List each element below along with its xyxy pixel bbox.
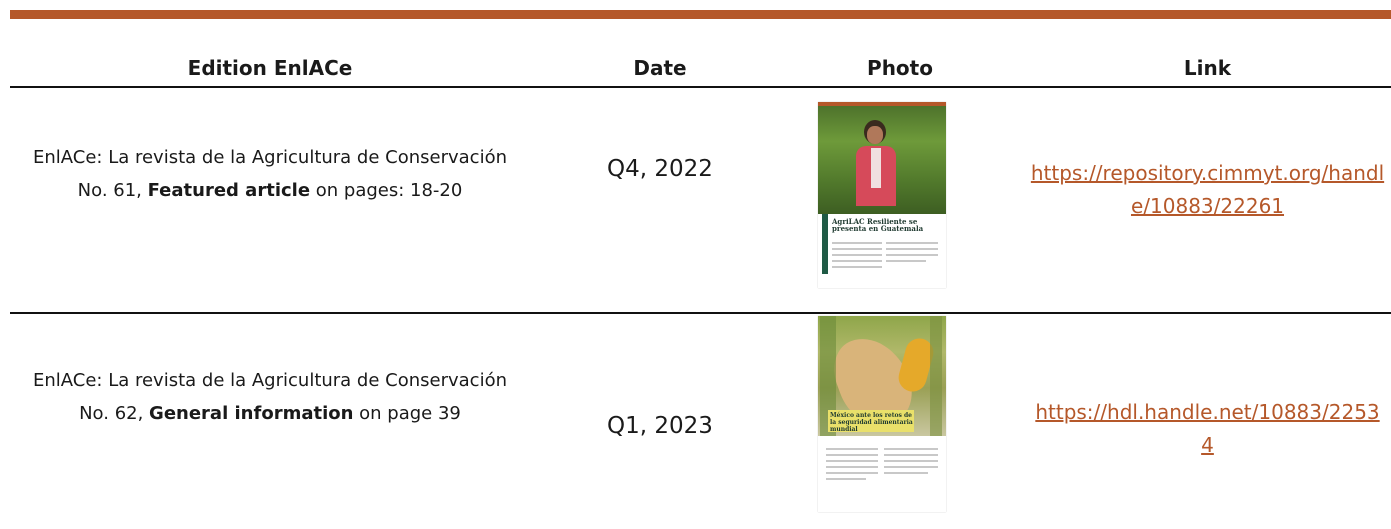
row-rule bbox=[10, 312, 1391, 314]
table-row-1-edition: EnlACe: La revista de la Agricultura de … bbox=[20, 141, 520, 207]
header-rule bbox=[10, 86, 1391, 88]
table-row-2-edition: EnlACe: La revista de la Agricultura de … bbox=[20, 364, 520, 430]
edition-emphasis: General information bbox=[149, 403, 354, 424]
photo-headline: AgriLAC Resiliente se presenta en Guatem… bbox=[832, 217, 924, 233]
table-row-2-link-cell: https://hdl.handle.net/10883/22534 bbox=[1030, 396, 1385, 462]
photo-image bbox=[818, 102, 946, 214]
top-accent-bar bbox=[10, 10, 1391, 19]
edition-tail: on page 39 bbox=[353, 403, 461, 424]
table-row-1-link-cell: https://repository.cimmyt.org/handle/108… bbox=[1030, 157, 1385, 223]
table-row-2-date: Q1, 2023 bbox=[607, 413, 713, 439]
header-link: Link bbox=[1183, 56, 1232, 80]
table-row-1-date: Q4, 2022 bbox=[607, 156, 713, 182]
photo-headline: México ante los retos de la seguridad al… bbox=[830, 412, 913, 433]
header-edition: Edition EnlACe bbox=[187, 56, 353, 80]
header-photo: Photo bbox=[867, 56, 933, 80]
table-row-2-photo: México ante los retos de la seguridad al… bbox=[818, 316, 946, 512]
handle-link[interactable]: https://hdl.handle.net/10883/22534 bbox=[1035, 400, 1379, 457]
edition-tail: on pages: 18-20 bbox=[310, 180, 463, 201]
edition-emphasis: Featured article bbox=[147, 180, 311, 201]
repository-link[interactable]: https://repository.cimmyt.org/handle/108… bbox=[1031, 161, 1384, 218]
header-date: Date bbox=[633, 56, 687, 80]
table-row-1-photo: AgriLAC Resiliente se presenta en Guatem… bbox=[818, 102, 946, 288]
